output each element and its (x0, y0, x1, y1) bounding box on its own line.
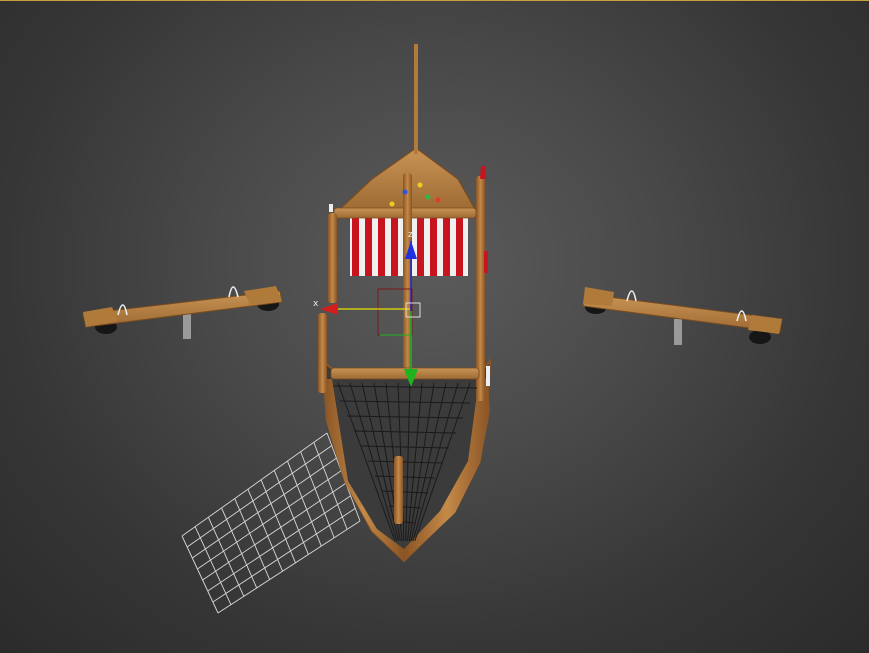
seesaw-left-handle-b (228, 286, 239, 298)
net-strand (234, 498, 271, 580)
sail-stripe (417, 218, 424, 276)
ship-post-right (476, 176, 485, 401)
seesaw-right-seat-a (583, 287, 614, 306)
sail-stripe (378, 218, 385, 276)
gizmo-z-label: z (408, 230, 413, 240)
net-strand (194, 526, 232, 605)
ship-flag-pole (414, 44, 418, 154)
ship-railing-detail (329, 204, 333, 212)
net-strand (202, 482, 347, 581)
sail-stripe (430, 218, 437, 276)
sail-stripe (365, 218, 372, 276)
climbing-hold (425, 194, 431, 200)
seesaw-left[interactable] (82, 286, 283, 339)
sail-stripe (391, 218, 398, 276)
climbing-net[interactable] (181, 432, 361, 614)
sail-stripe (456, 218, 463, 276)
ship-railing-detail (486, 366, 490, 386)
net-strand (207, 495, 351, 592)
ship-post-right-tip (480, 166, 486, 179)
climbing-hold (402, 189, 408, 195)
ship-post-left (328, 213, 337, 303)
net-strand (192, 457, 337, 559)
viewport-scene: x z (82, 44, 783, 614)
climbing-hold (417, 182, 423, 188)
sail-stripe (443, 218, 450, 276)
sail-stripe (352, 218, 359, 276)
seesaw-right[interactable] (582, 287, 783, 345)
net-strand (221, 507, 258, 589)
ship-flag-side (484, 251, 488, 273)
net-strand (197, 470, 342, 570)
seesaw-right-post (674, 319, 682, 345)
net-strand (247, 489, 283, 572)
3d-viewport[interactable]: x z (0, 0, 869, 653)
net-strand (186, 445, 332, 548)
seesaw-left-post (183, 311, 191, 339)
ship-bow-post (394, 456, 403, 524)
net-strand (207, 517, 245, 597)
net-strand (212, 508, 356, 603)
gizmo-x-label: x (313, 299, 319, 309)
net-strand (181, 535, 219, 614)
climbing-hold (389, 201, 395, 207)
playground-ship[interactable] (318, 44, 492, 563)
ship-post-left-low (318, 313, 327, 393)
climbing-hold (435, 197, 441, 203)
net-strand (181, 432, 328, 537)
net-strand (217, 520, 361, 614)
